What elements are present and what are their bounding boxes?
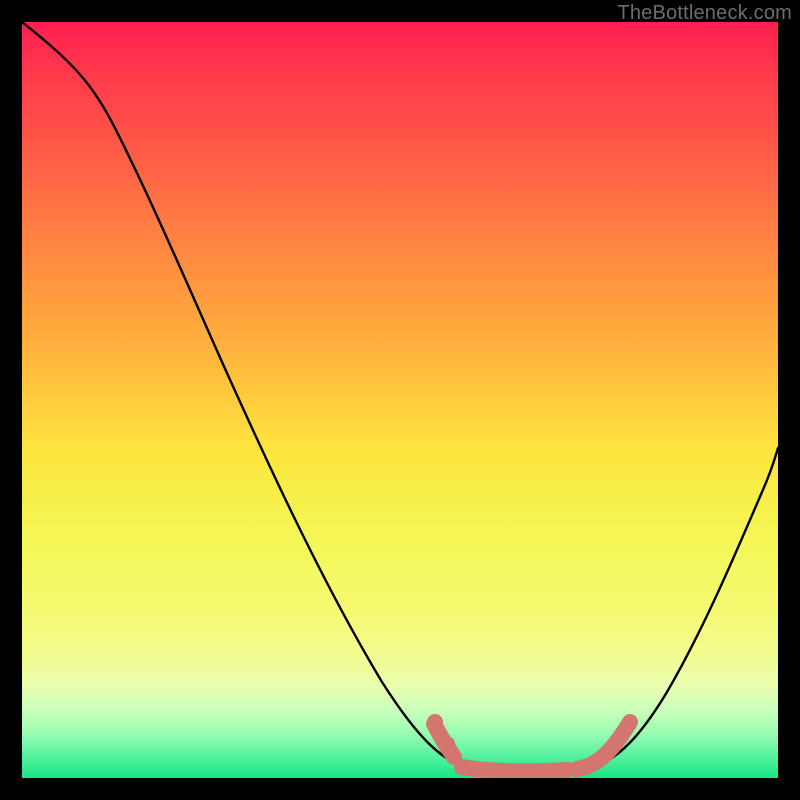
chart-frame: TheBottleneck.com [0, 0, 800, 800]
optimal-zone-marker [434, 722, 630, 771]
plot-area [22, 22, 778, 778]
chart-svg [22, 22, 778, 778]
watermark-text: TheBottleneck.com [617, 2, 792, 25]
marker-dot [439, 736, 455, 752]
bottleneck-curve [22, 22, 778, 775]
marker-dot [427, 714, 443, 730]
